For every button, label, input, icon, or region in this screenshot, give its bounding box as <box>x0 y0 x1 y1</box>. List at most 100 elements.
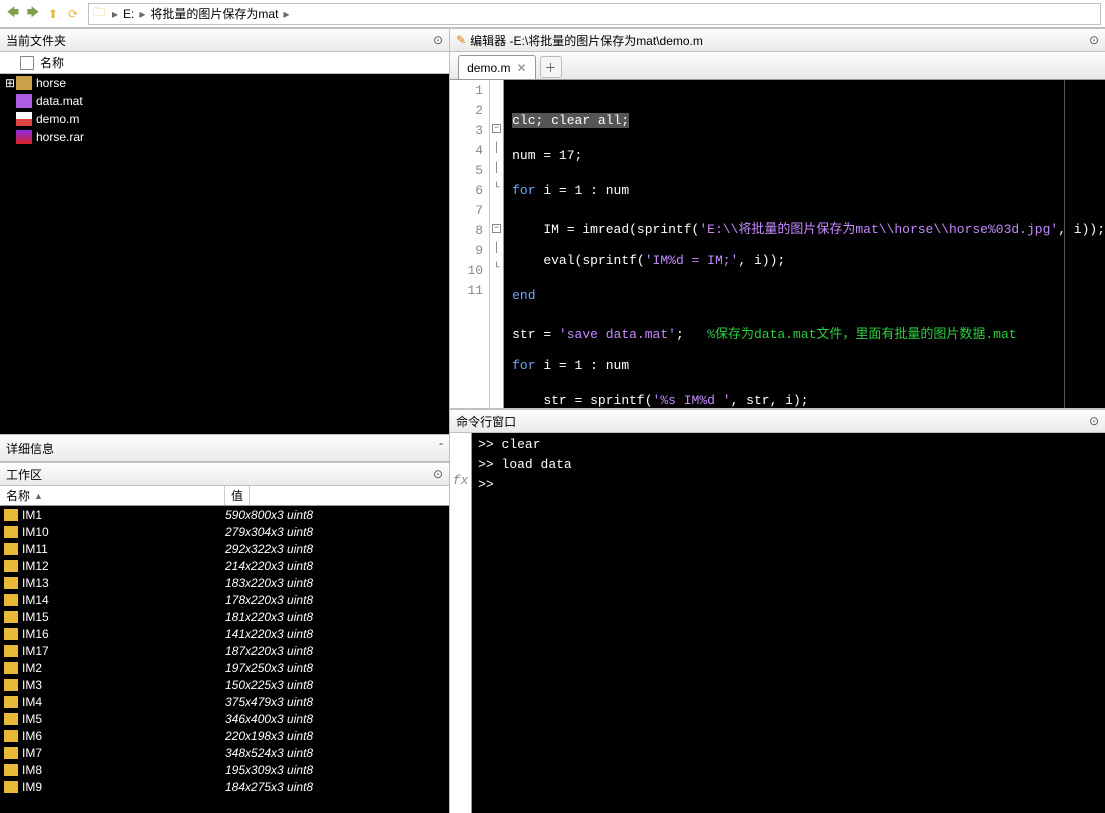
workspace-row[interactable]: IM1590x800x3 uint8 <box>0 506 449 523</box>
workspace-row[interactable]: IM2197x250x3 uint8 <box>0 659 449 676</box>
line-number: 4 <box>450 143 489 163</box>
pane-expand-icon[interactable]: ˆ <box>439 441 443 455</box>
workspace-row[interactable]: IM14178x220x3 uint8 <box>0 591 449 608</box>
line-number: 6 <box>450 183 489 203</box>
mat-icon <box>16 94 32 108</box>
code-line: , i)); <box>738 253 785 268</box>
path-box[interactable]: 🗀 ▸ E: ▸ 将批量的图片保存为mat ▸ <box>88 3 1101 25</box>
current-folder-label: 当前文件夹 <box>6 32 66 49</box>
file-row[interactable]: horse.rar <box>0 128 449 146</box>
var-value: 183x220x3 uint8 <box>225 576 313 590</box>
var-name: IM11 <box>22 542 225 556</box>
nav-back-icon[interactable]: 🡄 <box>4 5 22 23</box>
line-number: 2 <box>450 103 489 123</box>
workspace-row[interactable]: IM16141x220x3 uint8 <box>0 625 449 642</box>
fold-column: −││└−│└ <box>490 80 504 408</box>
file-row[interactable]: data.mat <box>0 92 449 110</box>
expand-icon[interactable]: ⊞ <box>4 76 16 90</box>
workspace-row[interactable]: IM9184x275x3 uint8 <box>0 778 449 795</box>
fold-cell: │ <box>490 243 503 263</box>
var-name: IM5 <box>22 712 225 726</box>
nav-fwd-icon[interactable]: 🡆 <box>24 5 42 23</box>
file-row[interactable]: ⊞ horse <box>0 74 449 92</box>
workspace-row[interactable]: IM6220x198x3 uint8 <box>0 727 449 744</box>
fold-box-icon[interactable]: − <box>492 124 501 133</box>
fold-cell: │ <box>490 143 503 163</box>
var-value: 195x309x3 uint8 <box>225 763 313 777</box>
nav-refresh-icon[interactable]: ⟳ <box>64 5 82 23</box>
file-name: data.mat <box>36 94 83 108</box>
var-name: IM9 <box>22 780 225 794</box>
code-area[interactable]: 1234567891011 −││└−│└ clc; clear all; nu… <box>450 80 1105 408</box>
workspace-row[interactable]: IM3150x225x3 uint8 <box>0 676 449 693</box>
fold-cell: └ <box>490 183 503 203</box>
file-row[interactable]: demo.m <box>0 110 449 128</box>
workspace-row[interactable]: IM10279x304x3 uint8 <box>0 523 449 540</box>
workspace-row[interactable]: IM13183x220x3 uint8 <box>0 574 449 591</box>
file-list-header[interactable]: 名称 <box>0 52 449 74</box>
workspace-row[interactable]: IM12214x220x3 uint8 <box>0 557 449 574</box>
code-comment: %保存为data.mat文件，里面有批量的图片数据.mat <box>707 327 1016 342</box>
tab-demo[interactable]: demo.m ✕ <box>458 55 535 79</box>
add-tab-button[interactable]: ＋ <box>540 56 562 78</box>
nav-up-icon[interactable]: ⬆ <box>44 5 62 23</box>
folder-icon: 🗀 <box>93 3 105 24</box>
code-line: str = <box>512 327 559 342</box>
var-value: 279x304x3 uint8 <box>225 525 313 539</box>
crumb-sep: ▸ <box>109 7 121 21</box>
cmd-title: 命令行窗口 ⊙ <box>450 409 1105 433</box>
pane-collapse-icon[interactable]: ⊙ <box>433 33 443 47</box>
code-line: IM = imread(sprintf( <box>512 222 699 237</box>
cmd-lines[interactable]: >> clear >> load data >> <box>472 433 1105 813</box>
code-line: str = sprintf( <box>512 393 652 408</box>
code-kw: for <box>512 358 535 373</box>
file-name: horse <box>36 76 66 90</box>
var-value: 590x800x3 uint8 <box>225 508 313 522</box>
cmd-body[interactable]: fx >> clear >> load data >> <box>450 433 1105 813</box>
ws-value-column[interactable]: 值 <box>225 486 250 505</box>
cmd-prompt[interactable]: >> <box>478 477 1099 497</box>
crumb-drive[interactable]: E: <box>121 7 136 21</box>
var-value: 220x198x3 uint8 <box>225 729 313 743</box>
workspace-row[interactable]: IM15181x220x3 uint8 <box>0 608 449 625</box>
pane-collapse-icon[interactable]: ⊙ <box>1089 33 1099 47</box>
fold-box-icon[interactable]: − <box>492 224 501 233</box>
code-line: , i)); <box>1058 222 1105 237</box>
var-icon <box>4 662 18 674</box>
var-icon <box>4 560 18 572</box>
var-icon <box>4 543 18 555</box>
workspace-row[interactable]: IM4375x479x3 uint8 <box>0 693 449 710</box>
cmd-line: >> clear <box>478 437 1099 457</box>
var-value: 184x275x3 uint8 <box>225 780 313 794</box>
fold-cell <box>490 83 503 103</box>
var-value: 214x220x3 uint8 <box>225 559 313 573</box>
var-value: 150x225x3 uint8 <box>225 678 313 692</box>
code-kw: for <box>512 183 535 198</box>
var-value: 346x400x3 uint8 <box>225 712 313 726</box>
workspace-row[interactable]: IM8195x309x3 uint8 <box>0 761 449 778</box>
crumb-folder[interactable]: 将批量的图片保存为mat <box>148 5 280 22</box>
code-line: ; <box>676 327 707 342</box>
workspace-title: 工作区 ⊙ <box>0 462 449 486</box>
var-name: IM12 <box>22 559 225 573</box>
var-icon <box>4 679 18 691</box>
workspace-row[interactable]: IM11292x322x3 uint8 <box>0 540 449 557</box>
workspace-row[interactable]: IM17187x220x3 uint8 <box>0 642 449 659</box>
ruler-line <box>1064 80 1065 408</box>
ws-name-column[interactable]: 名称 ▲ <box>0 486 225 505</box>
var-name: IM17 <box>22 644 225 658</box>
fold-cell: └ <box>490 263 503 283</box>
fold-cell: │ <box>490 163 503 183</box>
pane-collapse-icon[interactable]: ⊙ <box>433 467 443 481</box>
var-value: 197x250x3 uint8 <box>225 661 313 675</box>
code-body[interactable]: clc; clear all; num = 17; for i = 1 : nu… <box>504 80 1105 408</box>
var-value: 375x479x3 uint8 <box>225 695 313 709</box>
fx-icon[interactable]: fx <box>450 433 472 813</box>
var-icon <box>4 713 18 725</box>
crumb-sep: ▸ <box>280 7 292 21</box>
var-value: 292x322x3 uint8 <box>225 542 313 556</box>
close-icon[interactable]: ✕ <box>516 61 526 75</box>
workspace-row[interactable]: IM5346x400x3 uint8 <box>0 710 449 727</box>
workspace-row[interactable]: IM7348x524x3 uint8 <box>0 744 449 761</box>
pane-collapse-icon[interactable]: ⊙ <box>1089 414 1099 428</box>
